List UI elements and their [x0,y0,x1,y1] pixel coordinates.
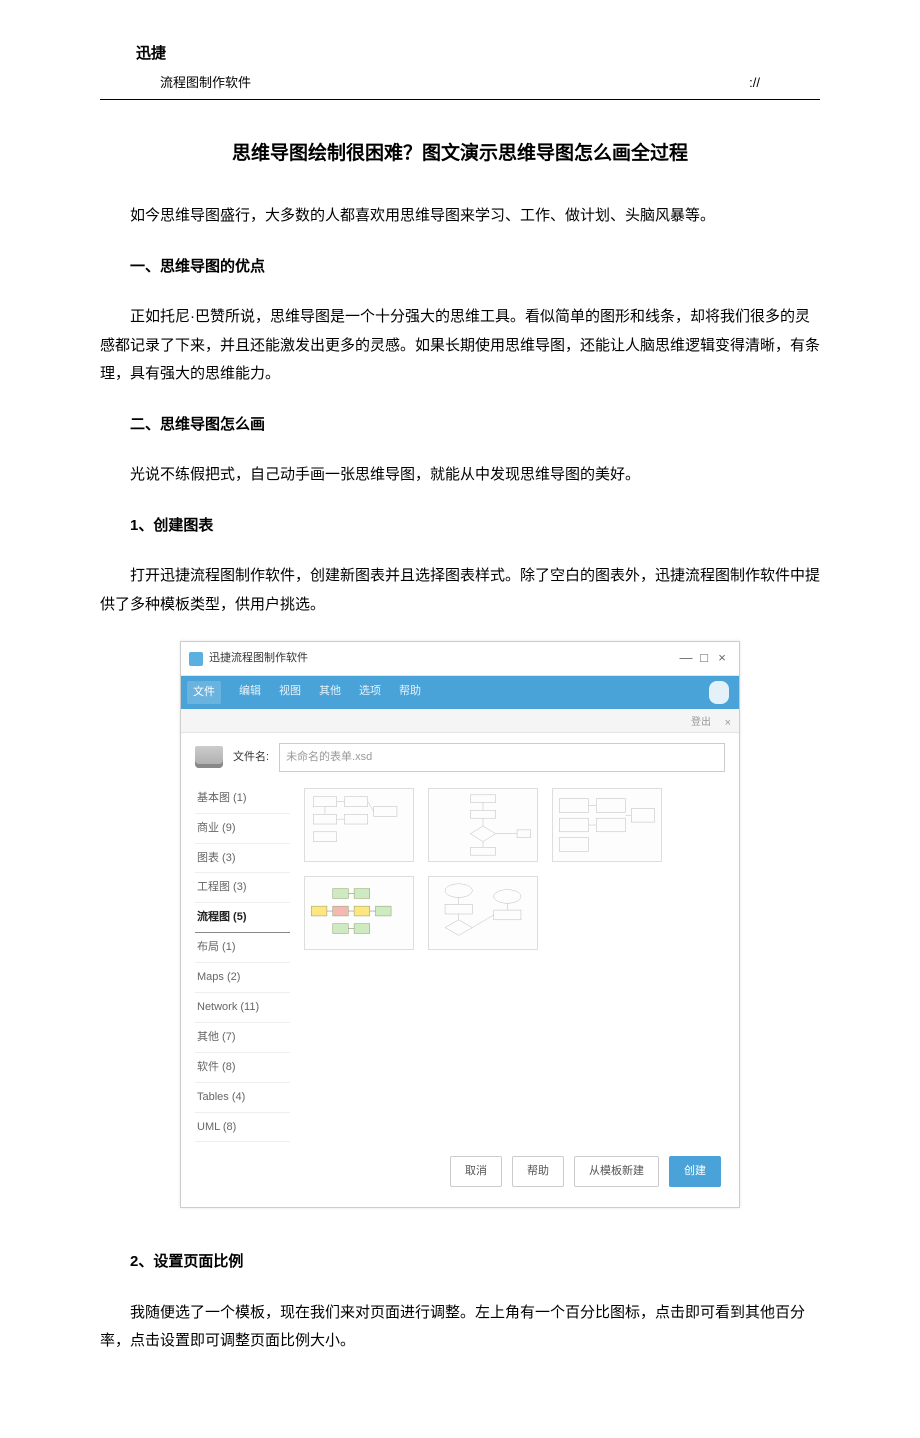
category-item[interactable]: 图表 (3) [195,844,290,874]
template-thumbnail[interactable] [428,876,538,950]
category-item[interactable]: 商业 (9) [195,814,290,844]
category-item[interactable]: Maps (2) [195,963,290,993]
dialog-footer: 取消 帮助 从模板新建 创建 [195,1142,725,1191]
intro-paragraph: 如今思维导图盛行，大多数的人都喜欢用思维导图来学习、工作、做计划、头脑风暴等。 [100,202,820,231]
section-1-heading: 一、思维导图的优点 [100,253,820,282]
menubar-pill[interactable] [709,681,729,704]
template-thumbnail[interactable] [552,788,662,862]
maximize-button[interactable]: □ [695,646,713,671]
section-2-heading: 二、思维导图怎么画 [100,411,820,440]
category-item[interactable]: 布局 (1) [195,933,290,963]
category-list: 基本图 (1) 商业 (9) 图表 (3) 工程图 (3) 流程图 (5) 布局… [195,784,290,1143]
cancel-button[interactable]: 取消 [450,1156,502,1187]
menu-options[interactable]: 选项 [359,681,381,704]
template-grid [304,784,725,1143]
menu-help[interactable]: 帮助 [399,681,421,704]
menu-other[interactable]: 其他 [319,681,341,704]
header-subtitle-right: :// [749,71,760,96]
help-button[interactable]: 帮助 [512,1156,564,1187]
step-1-body: 打开迅捷流程图制作软件，创建新图表并且选择图表样式。除了空白的图表外，迅捷流程图… [100,562,820,619]
category-item[interactable]: 其他 (7) [195,1023,290,1053]
logout-label[interactable]: 登出 [691,713,711,732]
new-from-template-button[interactable]: 从模板新建 [574,1156,659,1187]
minimize-button[interactable]: — [677,646,695,671]
window-title: 迅捷流程图制作软件 [209,648,677,669]
category-item[interactable]: 基本图 (1) [195,784,290,814]
file-name-label: 文件名: [233,747,269,768]
panel-close-icon[interactable]: × [725,713,731,734]
create-button[interactable]: 创建 [669,1156,721,1187]
file-name-input[interactable]: 未命名的表单.xsd [279,743,725,772]
template-thumbnail[interactable] [304,788,414,862]
file-name-row: 文件名: 未命名的表单.xsd [195,743,725,772]
section-1-body: 正如托尼·巴赞所说，思维导图是一个十分强大的思维工具。看似简单的图形和线条，却将… [100,303,820,389]
category-item-selected[interactable]: 流程图 (5) [195,903,290,933]
header-brand: 迅捷 [100,40,820,69]
menu-edit[interactable]: 编辑 [239,681,261,704]
category-item[interactable]: 工程图 (3) [195,873,290,903]
app-logo-icon [189,652,203,666]
header-subline: 流程图制作软件 :// [100,71,820,101]
category-item[interactable]: Tables (4) [195,1083,290,1113]
titlebar: 迅捷流程图制作软件 — □ × [181,642,739,676]
category-item[interactable]: 软件 (8) [195,1053,290,1083]
menubar: 文件 编辑 视图 其他 选项 帮助 [181,676,739,709]
article-title: 思维导图绘制很困难？图文演示思维导图怎么画全过程 [100,136,820,172]
header-subtitle-left: 流程图制作软件 [160,71,251,96]
close-button[interactable]: × [713,646,731,671]
step-1-heading: 1、创建图表 [100,512,820,541]
category-item[interactable]: Network (11) [195,993,290,1023]
step-2-body: 我随便选了一个模板，现在我们来对页面进行调整。左上角有一个百分比图标，点击即可看… [100,1299,820,1356]
step-2-heading: 2、设置页面比例 [100,1248,820,1277]
category-item[interactable]: UML (8) [195,1113,290,1143]
template-thumbnail[interactable] [428,788,538,862]
secondary-bar: 登出 × [181,709,739,733]
menu-file[interactable]: 文件 [187,681,221,704]
menu-view[interactable]: 视图 [279,681,301,704]
section-2-body: 光说不练假把式，自己动手画一张思维导图，就能从中发现思维导图的美好。 [100,461,820,490]
app-screenshot: 迅捷流程图制作软件 — □ × 文件 编辑 视图 其他 选项 帮助 登出 × 文… [180,641,740,1208]
disk-icon [195,746,223,768]
template-thumbnail[interactable] [304,876,414,950]
